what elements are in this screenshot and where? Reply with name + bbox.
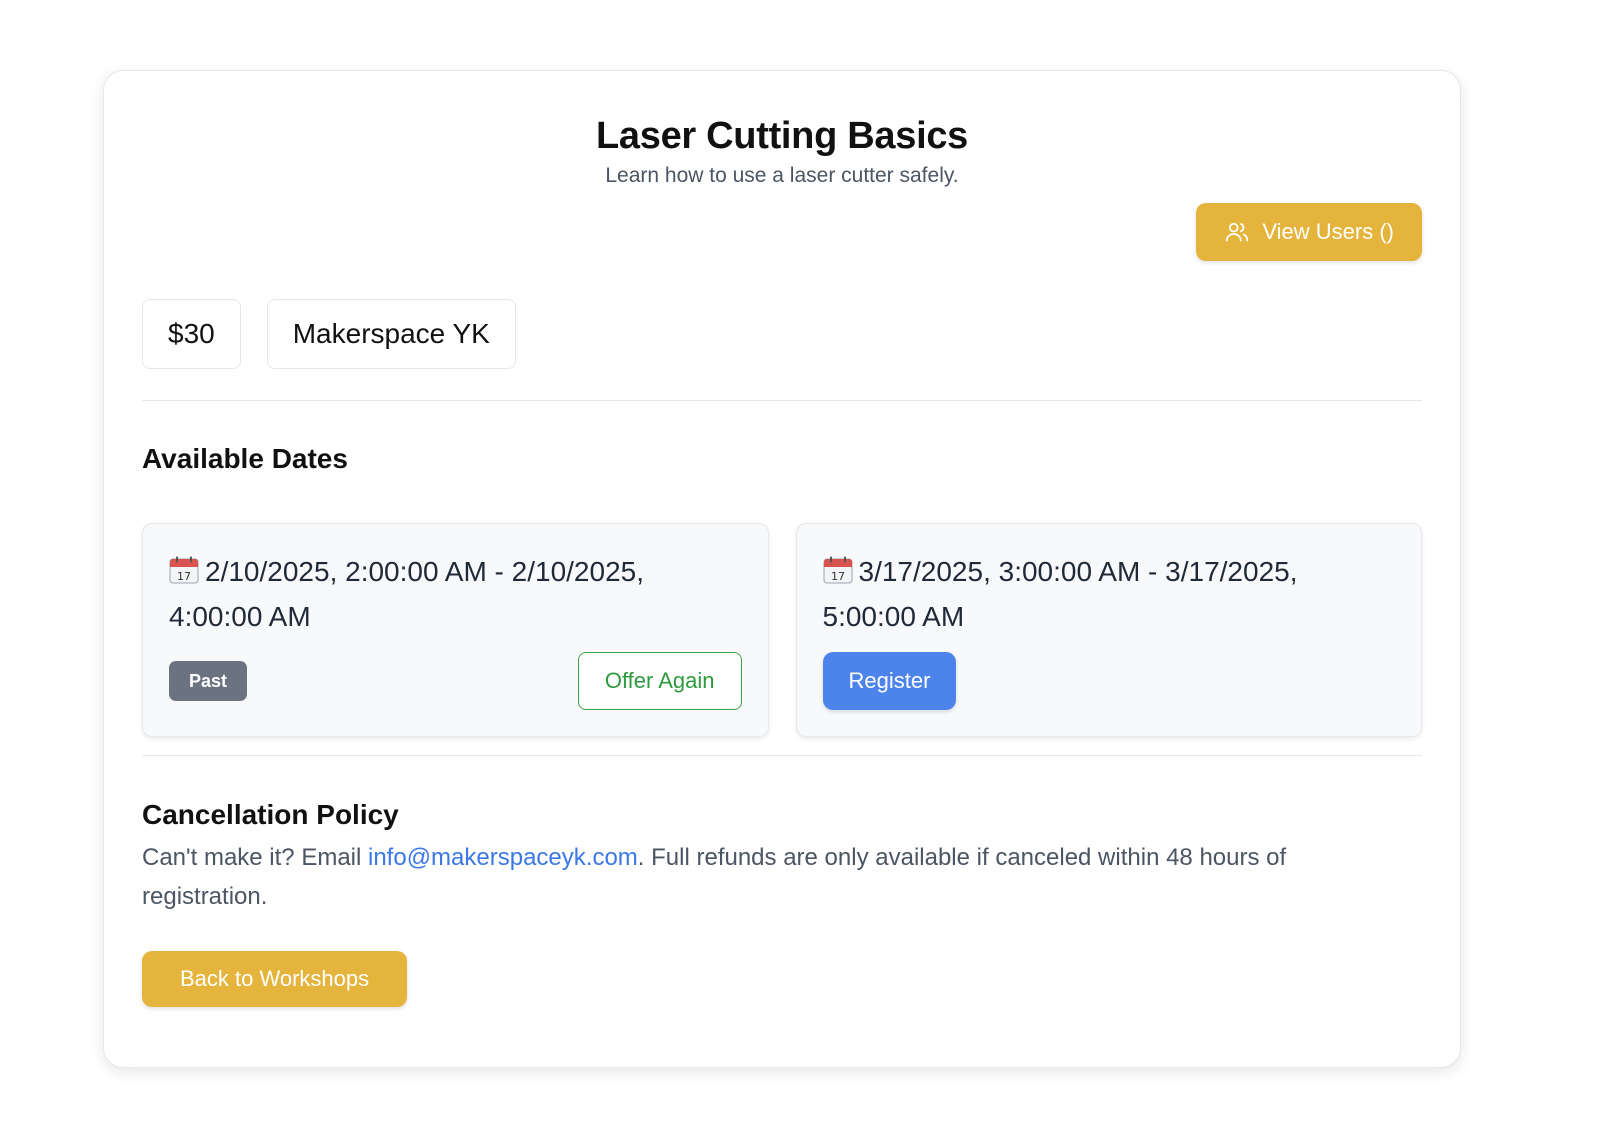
calendar-icon: 17	[823, 552, 853, 584]
register-button[interactable]: Register	[822, 652, 957, 710]
calendar-icon: 17	[169, 552, 199, 584]
back-to-workshops-button[interactable]: Back to Workshops	[142, 951, 408, 1007]
date-range-text: 3/17/2025, 3:00:00 AM - 3/17/2025, 5:00:…	[822, 556, 1298, 632]
date-range: 17 2/10/2025, 2:00:00 AM - 2/10/2025, 4:…	[169, 549, 742, 639]
available-dates-heading: Available Dates	[142, 443, 348, 474]
svg-text:17: 17	[831, 570, 845, 583]
past-status-badge: Past	[169, 661, 248, 701]
workshop-details: $30 Makerspace YK	[142, 299, 516, 369]
divider	[142, 755, 1422, 756]
location-chip: Makerspace YK	[266, 299, 516, 369]
svg-text:17: 17	[177, 570, 191, 583]
workshop-description: Learn how to use a laser cutter safely.	[605, 164, 959, 187]
workshop-card: Laser Cutting Basics Learn how to use a …	[103, 70, 1461, 1068]
view-users-label: View Users ()	[1262, 219, 1394, 244]
offer-again-button[interactable]: Offer Again	[577, 652, 742, 710]
date-card: 17 3/17/2025, 3:00:00 AM - 3/17/2025, 5:…	[795, 523, 1422, 737]
contact-email-link[interactable]: info@makerspaceyk.com	[368, 844, 638, 871]
cancellation-policy-text: Can't make it? Email info@makerspaceyk.c…	[142, 838, 1402, 916]
policy-text-before: Can't make it? Email	[142, 844, 368, 871]
date-range-text: 2/10/2025, 2:00:00 AM - 2/10/2025, 4:00:…	[169, 556, 645, 632]
date-actions: Register	[822, 652, 1396, 710]
page-title: Laser Cutting Basics	[596, 115, 968, 157]
divider	[142, 400, 1422, 401]
date-range: 17 3/17/2025, 3:00:00 AM - 3/17/2025, 5:…	[823, 549, 1396, 639]
price-chip: $30	[142, 299, 241, 369]
dates-list: 17 2/10/2025, 2:00:00 AM - 2/10/2025, 4:…	[142, 523, 1422, 737]
cancellation-policy-heading: Cancellation Policy	[142, 799, 399, 830]
view-users-button[interactable]: View Users ()	[1196, 203, 1422, 261]
users-icon	[1224, 219, 1250, 245]
date-actions: Past Offer Again	[169, 652, 742, 710]
workshop-header: Laser Cutting Basics Learn how to use a …	[104, 71, 1460, 189]
date-card: 17 2/10/2025, 2:00:00 AM - 2/10/2025, 4:…	[142, 523, 769, 737]
